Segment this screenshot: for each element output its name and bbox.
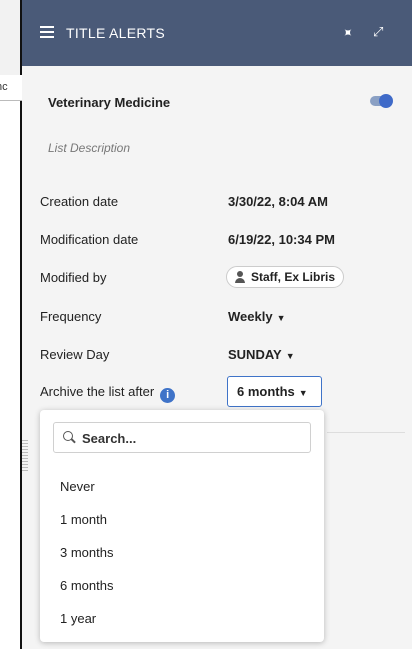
frequency-label: Frequency [40, 309, 102, 324]
modified-by-label: Modified by [40, 270, 107, 285]
search-icon [63, 431, 77, 445]
search-input[interactable] [82, 428, 302, 448]
active-toggle-knob[interactable] [379, 94, 393, 108]
hamburger-icon[interactable] [40, 26, 54, 38]
divider [327, 432, 405, 433]
review-day-select[interactable]: SUNDAY ▼ [228, 347, 295, 362]
resize-grip[interactable] [22, 440, 28, 472]
background-page-edge: nc [0, 0, 22, 649]
archive-label-row: Archive the list after i [40, 384, 176, 403]
modified-by-chip[interactable]: Staff, Ex Libris [226, 266, 345, 288]
panel-title: TITLE ALERTS [66, 25, 166, 41]
list-name: Veterinary Medicine [48, 95, 171, 110]
option-3-months[interactable]: 3 months [60, 545, 113, 560]
modification-date-value: 6/19/22, 10:34 PM [228, 232, 335, 247]
frequency-value: Weekly [228, 309, 273, 324]
chevron-down-icon: ▼ [276, 313, 286, 323]
background-tab[interactable]: nc [0, 75, 22, 101]
creation-date-label: Creation date [40, 194, 119, 209]
modification-date-label: Modification date [40, 232, 139, 247]
search-box[interactable] [53, 422, 311, 453]
list-description[interactable]: List Description [48, 141, 130, 155]
panel-header: TITLE ALERTS ✦ ⤢ [22, 0, 412, 66]
modified-by-value: Staff, Ex Libris [251, 270, 336, 284]
background-tab-label: nc [0, 81, 8, 93]
chevron-down-icon: ▼ [285, 351, 295, 361]
archive-value: 6 months [237, 384, 295, 399]
person-icon [235, 271, 245, 283]
review-day-label: Review Day [40, 347, 110, 362]
title-alerts-panel: TITLE ALERTS ✦ ⤢ Veterinary Medicine Lis… [22, 0, 412, 649]
archive-dropdown-menu: Never 1 month 3 months 6 months 1 year [40, 410, 324, 642]
option-6-months[interactable]: 6 months [60, 578, 113, 593]
pin-icon[interactable]: ✦ [338, 23, 357, 42]
option-1-year[interactable]: 1 year [60, 611, 96, 626]
chevron-down-icon: ▼ [298, 388, 308, 398]
background-toolbar [0, 0, 20, 75]
option-1-month[interactable]: 1 month [60, 512, 107, 527]
info-icon[interactable]: i [160, 388, 176, 403]
archive-label: Archive the list after [40, 384, 155, 399]
expand-icon[interactable]: ⤢ [373, 24, 383, 40]
creation-date-value: 3/30/22, 8:04 AM [228, 194, 328, 209]
archive-select[interactable]: 6 months ▼ [227, 376, 322, 407]
option-never[interactable]: Never [60, 479, 95, 494]
frequency-select[interactable]: Weekly ▼ [228, 309, 286, 324]
review-day-value: SUNDAY [228, 347, 282, 362]
